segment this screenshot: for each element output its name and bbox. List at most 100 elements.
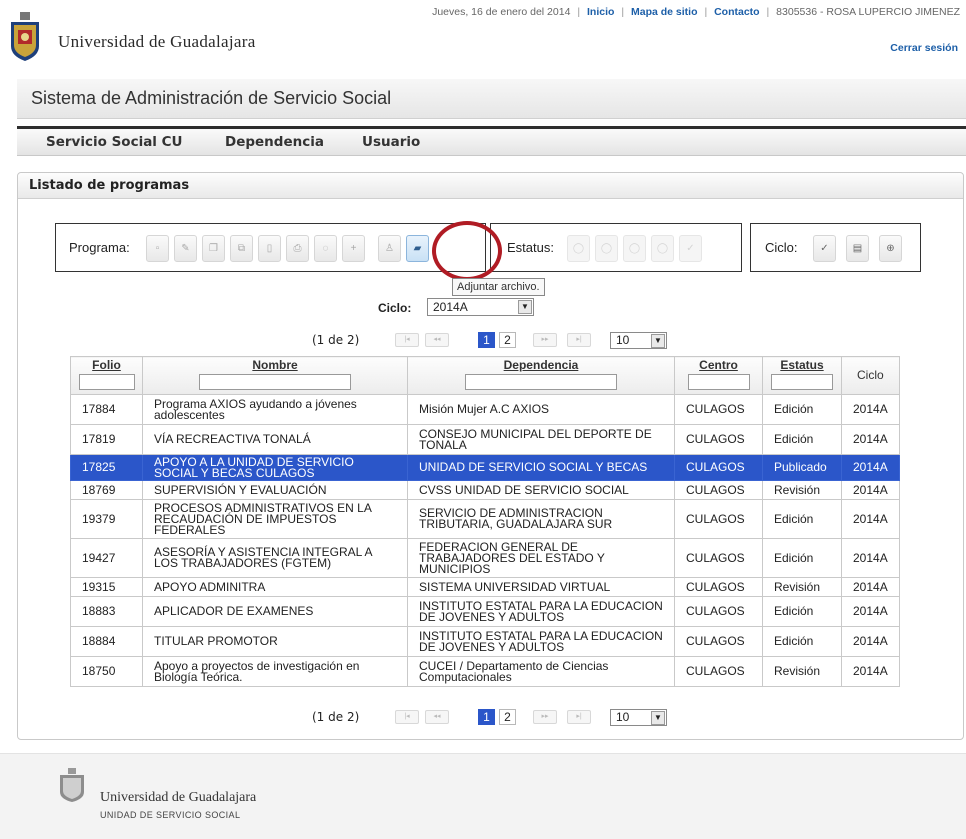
first-page-icon[interactable]: |◂ [395,710,419,724]
cell-nombre: SUPERVISIÓN Y EVALUACIÓN [142,480,408,500]
cell-ciclo: 2014A [841,454,900,481]
table-row[interactable]: 17825 APOYO A LA UNIDAD DE SERVICIO SOCIA… [70,454,900,481]
table-row[interactable]: 18883 APLICADOR DE EXAMENES INSTITUTO ESTA… [70,596,900,627]
page-2-button[interactable]: 2 [499,709,516,725]
copy-icon[interactable]: ❐ [202,235,225,262]
nav-servicio-social-cu[interactable]: Servicio Social CU [46,134,183,150]
dependencia-filter-input[interactable] [465,374,617,390]
cell-nombre: VÍA RECREACTIVA TONALÁ [142,424,408,455]
cell-dependencia: CONSEJO MUNICIPAL DEL DEPORTE DE TONALA [407,424,675,455]
footer-university-name: Universidad de Guadalajara [100,790,257,805]
table-row[interactable]: 18750 Apoyo a proyectos de investigación … [70,656,900,687]
tooltip: Adjuntar archivo. [452,278,545,296]
column-nombre[interactable]: Nombre [142,356,408,395]
check-icon[interactable]: ✓ [679,235,702,262]
column-centro[interactable]: Centro [674,356,763,395]
table-row[interactable]: 17884 Programa AXIOS ayudando a jóvenes a… [70,394,900,425]
cell-nombre: APLICADOR DE EXAMENES [142,596,408,627]
print-icon[interactable]: ⎙ [286,235,309,262]
ciclo-toolbar-label: Ciclo: [765,240,798,255]
duplicate-icon[interactable]: ⧉ [230,235,253,262]
new-document-icon[interactable]: ▫ [146,235,169,262]
attach-folder-icon[interactable]: ▰ [406,235,429,262]
programa-label: Programa: [69,240,130,255]
nav-usuario[interactable]: Usuario [362,134,420,150]
table-row[interactable]: 18769 SUPERVISIÓN Y EVALUACIÓN CVSS UNIDAD… [70,480,900,500]
column-dependencia[interactable]: Dependencia [407,356,675,395]
column-folio[interactable]: Folio [70,356,143,395]
ciclo-toolbar: Ciclo: ✓ ▤ ⊕ [750,223,921,272]
cell-folio: 17825 [70,454,143,481]
cell-dependencia: FEDERACION GENERAL DE TRABAJADORES DEL E… [407,538,675,578]
table-row[interactable]: 18884 TITULAR PROMOTOR INSTITUTO ESTATAL P… [70,626,900,657]
add-circle-icon[interactable]: ⊕ [879,235,902,262]
cell-ciclo: 2014A [841,626,900,657]
cell-centro: CULAGOS [674,656,763,687]
cell-ciclo: 2014A [841,538,900,578]
last-page-icon[interactable]: ▸| [567,333,591,347]
top-links: Jueves, 16 de enero del 2014 | Inicio | … [432,6,960,18]
table-row[interactable]: 19315 APOYO ADMINITRA SISTEMA UNIVERSIDAD … [70,577,900,597]
prev-page-icon[interactable]: ◂◂ [425,333,449,347]
table-row[interactable]: 19379 PROCESOS ADMINISTRATIVOS EN LA RECA… [70,499,900,539]
cell-dependencia: INSTITUTO ESTATAL PARA LA EDUCACION DE J… [407,596,675,627]
table-row[interactable]: 19427 ASESORÍA Y ASISTENCIA INTEGRAL A LO… [70,538,900,578]
add-icon[interactable]: + [342,235,365,262]
page-1-button[interactable]: 1 [478,709,495,725]
column-estatus[interactable]: Estatus [762,356,842,395]
page-1-button[interactable]: 1 [478,332,495,348]
list-icon[interactable]: ▤ [846,235,869,262]
delete-icon[interactable]: ▯ [258,235,281,262]
status-3-icon[interactable]: ◯ [623,235,646,262]
chevron-down-icon: ▼ [651,334,665,348]
table-row[interactable]: 17819 VÍA RECREACTIVA TONALÁ CONSEJO MUNIC… [70,424,900,455]
chevron-down-icon: ▼ [518,300,532,314]
page-size-select[interactable]: 10 ▼ [610,332,667,349]
cell-nombre: PROCESOS ADMINISTRATIVOS EN LA RECAUDACI… [142,499,408,539]
university-name[interactable]: Universidad de Guadalajara [58,32,256,52]
page-size-select[interactable]: 10 ▼ [610,709,667,726]
chevron-down-icon: ▼ [651,711,665,725]
edit-icon[interactable]: ✎ [174,235,197,262]
nav-dependencia[interactable]: Dependencia [225,134,324,150]
status-4-icon[interactable]: ◯ [651,235,674,262]
user-info: 8305536 - ROSA LUPERCIO JIMENEZ [776,6,960,18]
cell-estatus: Edición [762,424,842,455]
centro-filter-input[interactable] [687,374,750,390]
university-seal-icon [60,768,84,802]
cell-centro: CULAGOS [674,538,763,578]
cell-estatus: Edición [762,538,842,578]
status-1-icon[interactable]: ◯ [567,235,590,262]
cell-folio: 18883 [70,596,143,627]
link-mapa-de-sitio[interactable]: Mapa de sitio [631,6,698,18]
current-date: Jueves, 16 de enero del 2014 [432,6,571,18]
estatus-label: Estatus: [507,240,554,255]
cell-estatus: Edición [762,499,842,539]
next-page-icon[interactable]: ▸▸ [533,333,557,347]
comment-icon[interactable]: ◌ [314,235,337,262]
system-title: Sistema de Administración de Servicio So… [31,88,392,108]
cell-centro: CULAGOS [674,454,763,481]
page-2-button[interactable]: 2 [499,332,516,348]
first-page-icon[interactable]: |◂ [395,333,419,347]
cell-ciclo: 2014A [841,656,900,687]
folio-filter-input[interactable] [78,374,135,390]
cell-dependencia: Misión Mujer A.C AXIOS [407,394,675,425]
university-seal-icon[interactable] [8,12,42,62]
user-icon[interactable]: ♙ [378,235,401,262]
cell-centro: CULAGOS [674,480,763,500]
nombre-filter-input[interactable] [199,374,351,390]
prev-page-icon[interactable]: ◂◂ [425,710,449,724]
link-inicio[interactable]: Inicio [587,6,614,18]
ciclo-select[interactable]: 2014A ▼ [427,298,534,316]
status-2-icon[interactable]: ◯ [595,235,618,262]
cell-folio: 18884 [70,626,143,657]
logout-link[interactable]: Cerrar sesión [890,42,958,54]
link-contacto[interactable]: Contacto [714,6,760,18]
estatus-filter-input[interactable] [771,374,833,390]
next-page-icon[interactable]: ▸▸ [533,710,557,724]
cell-centro: CULAGOS [674,626,763,657]
column-ciclo[interactable]: Ciclo [841,356,900,395]
check-icon[interactable]: ✓ [813,235,836,262]
last-page-icon[interactable]: ▸| [567,710,591,724]
